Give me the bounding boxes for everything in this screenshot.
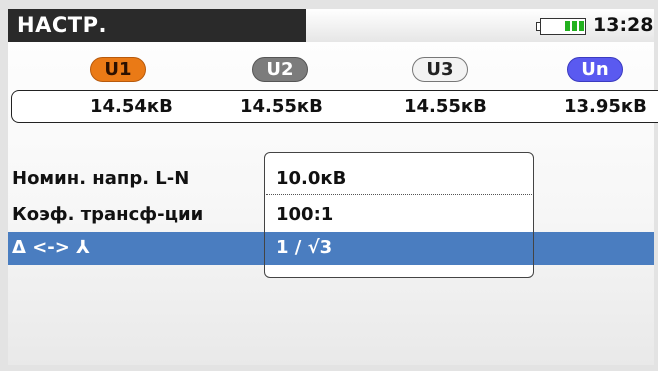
- setting-value-delta-star[interactable]: 1 / √3: [276, 237, 332, 258]
- title-box: НАСТР.: [8, 9, 306, 42]
- setting-value-nominal-voltage[interactable]: 10.0кВ: [276, 168, 346, 189]
- channel-pill-u2: U2: [252, 57, 308, 82]
- setting-label-transformer-ratio[interactable]: Коэф. трансф-ции: [12, 204, 203, 225]
- setting-label-nominal-voltage[interactable]: Номин. напр. L-N: [12, 168, 189, 189]
- header-bar: НАСТР. 13:28: [8, 9, 654, 42]
- channel-pill-u3: U3: [412, 57, 468, 82]
- voltage-value-un: 13.95кВ: [564, 96, 647, 117]
- list-separator: [266, 194, 532, 195]
- screen-title: НАСТР.: [17, 13, 107, 37]
- setting-value-transformer-ratio[interactable]: 100:1: [276, 204, 333, 225]
- battery-icon: [536, 18, 586, 35]
- voltage-value-u3: 14.55кВ: [404, 96, 487, 117]
- channel-pill-u1: U1: [90, 57, 146, 82]
- setting-label-delta-star[interactable]: Δ <-> ⅄: [12, 237, 90, 258]
- channel-pill-un: Un: [567, 57, 623, 82]
- clock: 13:28: [593, 14, 654, 36]
- voltage-value-u1: 14.54кВ: [90, 96, 173, 117]
- voltage-value-u2: 14.55кВ: [240, 96, 323, 117]
- screen: НАСТР. 13:28 U1 U2 U3 Un 14.54кВ 14.55кВ…: [8, 9, 658, 365]
